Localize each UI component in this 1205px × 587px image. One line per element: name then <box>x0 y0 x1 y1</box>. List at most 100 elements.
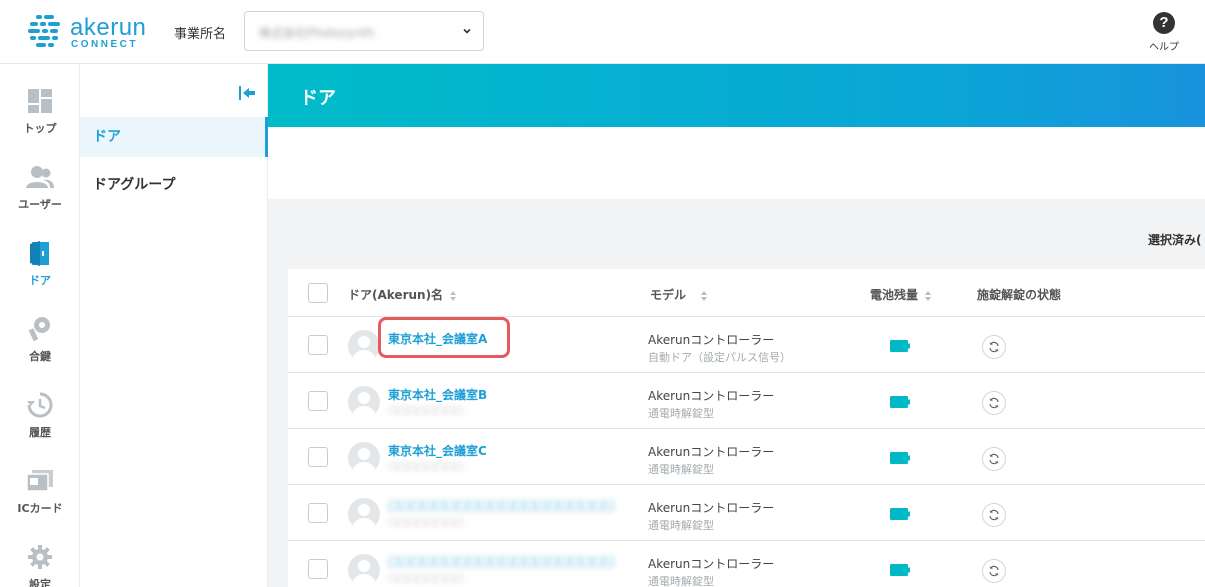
door-description: □□□□□□□□ <box>388 573 464 584</box>
model-name: Akerunコントローラー <box>648 501 775 515</box>
sort-icon <box>450 290 457 301</box>
column-header-label: 電池残量 <box>870 288 919 302</box>
sort-icon <box>925 290 932 301</box>
door-name-link[interactable]: □□□□□□□□□□□□□□□□□□□□ <box>388 554 615 568</box>
door-description: □□□□□□□□ <box>388 461 464 472</box>
page-banner: ドア <box>268 64 1205 127</box>
table-row[interactable]: 東京本社_会議室B □□□□□□□□ Akerunコントローラー 通電時解錠型 <box>288 373 1205 429</box>
filter-area <box>268 127 1205 199</box>
column-header-label: ドア(Akerun)名 <box>348 288 444 302</box>
page-title: ドア <box>300 88 336 109</box>
refresh-icon <box>989 397 999 409</box>
door-icon <box>30 241 49 266</box>
nav-item-label: ユーザー <box>18 198 62 211</box>
history-icon <box>27 392 53 418</box>
nav-item-label: トップ <box>23 122 57 135</box>
column-header-lock-state: 施錠解錠の状態 <box>977 288 1062 302</box>
nav-item-label: 履歴 <box>29 426 51 439</box>
door-avatar <box>348 442 380 474</box>
dashboard-icon <box>28 89 52 113</box>
model-type: 通電時解錠型 <box>648 575 714 587</box>
row-checkbox[interactable] <box>308 447 328 467</box>
door-description: □□□□□□□□ <box>388 405 464 416</box>
lock-state-button[interactable] <box>982 559 1006 583</box>
door-avatar <box>348 498 380 530</box>
nav-item-label: 合鍵 <box>29 350 51 363</box>
row-checkbox[interactable] <box>308 559 328 579</box>
lock-state-button[interactable] <box>982 391 1006 415</box>
selected-count-label: 選択済み( <box>1148 233 1202 247</box>
main-content: ドア 選択済み( ドア(Akerun)名 モデル 電池残量 施錠解錠の状態 東京… <box>268 64 1205 587</box>
door-description: □□□□□□□□ <box>388 517 464 528</box>
door-avatar <box>348 330 380 362</box>
refresh-icon <box>989 341 999 353</box>
nav-item-label: ドア <box>29 274 51 287</box>
table-row[interactable]: 東京本社_会議室A Akerunコントローラー 自動ドア（設定パルス信号） <box>288 317 1205 373</box>
subnav-item-door[interactable]: ドア <box>80 117 268 157</box>
model-name: Akerunコントローラー <box>648 445 775 459</box>
table-row[interactable]: 東京本社_会議室C □□□□□□□□ Akerunコントローラー 通電時解錠型 <box>288 429 1205 485</box>
logo-mark-icon <box>28 15 60 47</box>
nav-item-settings[interactable]: 設定 <box>0 544 80 587</box>
door-name-link[interactable]: 東京本社_会議室A <box>388 330 487 347</box>
akerun-logo[interactable]: akerun CONNECT <box>28 14 148 50</box>
subnav-item-door-group[interactable]: ドアグループ <box>80 165 268 205</box>
lock-state-button[interactable] <box>982 503 1006 527</box>
sort-icon <box>701 290 708 301</box>
main-nav-rail: トップ ユーザー ドア 合鍵 履歴 ICカード 設定 <box>0 64 80 587</box>
office-label: 事業所名 <box>174 27 227 42</box>
nav-item-history[interactable]: 履歴 <box>0 392 80 462</box>
help-button[interactable]: ? ヘルプ <box>1148 12 1180 56</box>
collapse-sidebar-icon[interactable] <box>238 84 256 102</box>
door-table: ドア(Akerun)名 モデル 電池残量 施錠解錠の状態 東京本社_会議室A A… <box>288 269 1205 587</box>
chevron-down-icon <box>463 28 471 34</box>
office-select[interactable]: 株式会社Photosynth <box>244 11 484 51</box>
table-header: ドア(Akerun)名 モデル 電池残量 施錠解錠の状態 <box>288 269 1205 317</box>
model-name: Akerunコントローラー <box>648 333 775 347</box>
ic-card-icon <box>26 470 53 492</box>
refresh-icon <box>989 565 999 577</box>
nav-item-label: 設定 <box>29 578 51 587</box>
nav-item-ic-card[interactable]: ICカード <box>0 468 80 538</box>
nav-item-label: ICカード <box>17 502 63 515</box>
model-type: 自動ドア（設定パルス信号） <box>648 351 791 364</box>
row-checkbox[interactable] <box>308 503 328 523</box>
help-icon: ? <box>1153 12 1175 34</box>
nav-item-users[interactable]: ユーザー <box>0 164 80 234</box>
column-header-door-name[interactable]: ドア(Akerun)名 <box>348 286 457 303</box>
nav-item-door[interactable]: ドア <box>0 240 80 310</box>
row-checkbox[interactable] <box>308 335 328 355</box>
model-name: Akerunコントローラー <box>648 389 775 403</box>
help-label: ヘルプ <box>1149 42 1179 53</box>
refresh-icon <box>989 453 999 465</box>
door-name-link[interactable]: 東京本社_会議室B <box>388 386 487 403</box>
gear-icon <box>28 545 52 569</box>
battery-icon <box>890 340 910 352</box>
logo-subtitle: CONNECT <box>71 39 138 50</box>
model-name: Akerunコントローラー <box>648 557 775 571</box>
sub-nav: ドア ドアグループ <box>80 64 268 587</box>
door-avatar <box>348 386 380 418</box>
door-name-link[interactable]: 東京本社_会議室C <box>388 442 487 459</box>
column-header-label: モデル <box>650 288 687 302</box>
lock-state-button[interactable] <box>982 335 1006 359</box>
column-header-model[interactable]: モデル <box>650 286 708 303</box>
battery-icon <box>890 396 910 408</box>
battery-icon <box>890 564 910 576</box>
table-row[interactable]: □□□□□□□□□□□□□□□□□□□□ □□□□□□□□ Akerunコントロ… <box>288 541 1205 587</box>
battery-icon <box>890 508 910 520</box>
model-type: 通電時解錠型 <box>648 407 714 420</box>
refresh-icon <box>989 509 999 521</box>
nav-item-spare-key[interactable]: 合鍵 <box>0 316 80 386</box>
column-header-battery[interactable]: 電池残量 <box>870 286 932 303</box>
lock-state-button[interactable] <box>982 447 1006 471</box>
users-icon <box>26 166 54 188</box>
select-all-checkbox[interactable] <box>308 283 328 303</box>
row-checkbox[interactable] <box>308 391 328 411</box>
door-avatar <box>348 554 380 586</box>
key-icon <box>28 317 50 342</box>
door-name-link[interactable]: □□□□□□□□□□□□□□□□□□□□ <box>388 498 615 512</box>
table-row[interactable]: □□□□□□□□□□□□□□□□□□□□ □□□□□□□□ Akerunコントロ… <box>288 485 1205 541</box>
nav-item-top[interactable]: トップ <box>0 88 80 158</box>
office-select-value: 株式会社Photosynth <box>259 26 375 40</box>
